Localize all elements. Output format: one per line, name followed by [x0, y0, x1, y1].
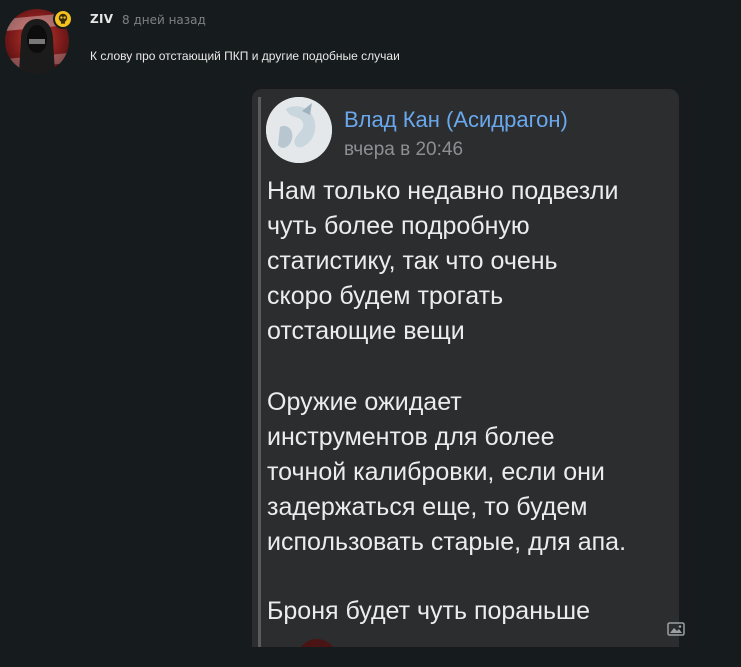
- post-timestamp[interactable]: 8 дней назад: [122, 13, 206, 27]
- quoted-paragraph: Нам только недавно подвезли чуть более п…: [267, 177, 619, 345]
- comment-text: К слову про отстающий ПКП и другие подоб…: [90, 49, 400, 63]
- quoted-author-name: Влад Кан (Асидрагон): [344, 107, 568, 132]
- image-icon: [667, 621, 685, 637]
- quote-bar: [258, 97, 261, 647]
- attached-screenshot[interactable]: Влад Кан (Асидрагон) вчера в 20:46 Нам т…: [245, 83, 695, 647]
- quoted-paragraph: Броня будет чуть пораньше: [267, 597, 590, 625]
- quoted-author-avatar: [266, 97, 332, 163]
- quoted-paragraph: Оружие ожидает инструментов для более то…: [267, 388, 627, 556]
- comment-post: ZIV 8 дней назад К слову про отстающий П…: [0, 0, 741, 667]
- next-message-avatar: [297, 639, 337, 647]
- skull-badge-icon: [53, 9, 73, 29]
- author-name[interactable]: ZIV: [90, 12, 113, 26]
- quoted-message-card: Влад Кан (Асидрагон) вчера в 20:46 Нам т…: [252, 89, 679, 647]
- quoted-timestamp: вчера в 20:46: [344, 139, 464, 160]
